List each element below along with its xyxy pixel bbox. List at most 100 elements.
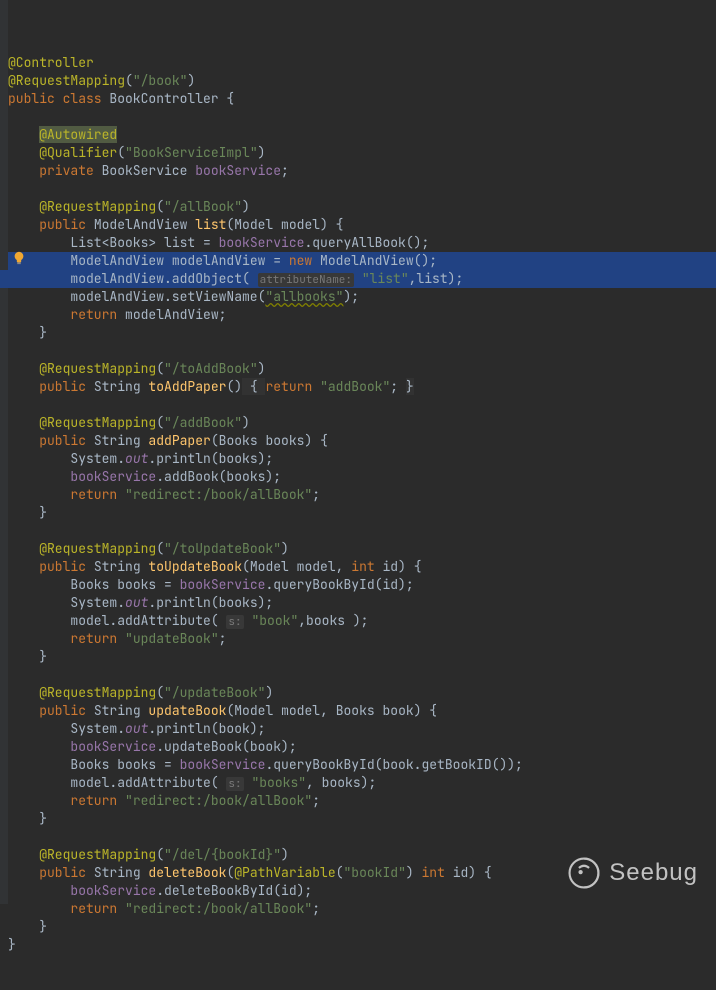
token-str: "/addBook"	[164, 414, 242, 431]
code-line[interactable]: model.addAttribute( s: "books", books);	[8, 774, 716, 792]
token-ann: @Qualifier	[39, 144, 117, 161]
code-line[interactable]	[8, 828, 716, 846]
code-line[interactable]: }	[8, 936, 716, 954]
token-id: (	[211, 432, 219, 449]
code-line[interactable]: Books books = bookService.queryBookById(…	[8, 756, 716, 774]
code-line[interactable]	[8, 396, 716, 414]
code-line[interactable]: public class BookController {	[8, 90, 716, 108]
token-id: ,	[320, 702, 336, 719]
code-line[interactable]: ModelAndView modelAndView = new ModelAnd…	[8, 252, 716, 270]
token-kw: public	[39, 864, 94, 881]
code-line[interactable]: @RequestMapping("/updateBook")	[8, 684, 716, 702]
token-kw: int	[351, 558, 382, 575]
code-line[interactable]: modelAndView.addObject( attributeName: "…	[8, 270, 716, 288]
token-str: "/toAddBook"	[164, 360, 258, 377]
token-str: "redirect:/book/allBook"	[125, 792, 312, 809]
token-kw: public	[39, 558, 94, 575]
code-line[interactable]	[8, 108, 716, 126]
token-field: bookService	[219, 234, 305, 251]
code-line[interactable]: bookService.updateBook(book);	[8, 738, 716, 756]
code-line[interactable]: return "updateBook";	[8, 630, 716, 648]
code-line[interactable]: public String toAddPaper() { return "add…	[8, 378, 716, 396]
token-cls: Model	[234, 702, 281, 719]
token-cls: System.	[70, 450, 125, 467]
code-line[interactable]: public String toUpdateBook(Model model, …	[8, 558, 716, 576]
code-line[interactable]: }	[8, 324, 716, 342]
code-line[interactable]: @RequestMapping("/book")	[8, 72, 716, 90]
token-ann: @RequestMapping	[8, 72, 125, 89]
token-cls: Books	[336, 702, 383, 719]
token-ws	[8, 540, 39, 557]
code-line[interactable]: bookService.addBook(books);	[8, 468, 716, 486]
code-line[interactable]	[8, 180, 716, 198]
token-id: modelAndView.addObject(	[70, 270, 257, 287]
code-line[interactable]: }	[8, 918, 716, 936]
token-id: .println(books);	[148, 450, 273, 467]
code-line[interactable]: @RequestMapping("/toAddBook")	[8, 360, 716, 378]
code-area[interactable]: @Controller@RequestMapping("/book")publi…	[8, 0, 716, 904]
code-line[interactable]: List<Books> list = bookService.queryAllB…	[8, 234, 716, 252]
code-line[interactable]: }	[8, 810, 716, 828]
token-id: )	[242, 198, 250, 215]
code-line[interactable]	[8, 522, 716, 540]
code-line[interactable]: return "redirect:/book/allBook";	[8, 900, 716, 918]
token-kw: public	[39, 378, 94, 395]
token-field: bookService	[195, 162, 281, 179]
token-cls: BookController	[109, 90, 218, 107]
token-id: modelAndView.setViewName(	[70, 288, 265, 305]
code-line[interactable]: public String updateBook(Model model, Bo…	[8, 702, 716, 720]
token-fn: list	[195, 216, 226, 233]
code-line[interactable]: return "redirect:/book/allBook";	[8, 792, 716, 810]
token-id: ) {	[468, 864, 491, 881]
token-id: ;	[312, 900, 320, 917]
token-kw: private	[39, 162, 101, 179]
token-ws	[8, 450, 70, 467]
token-static: out	[125, 720, 148, 737]
token-id: )	[406, 864, 422, 881]
code-line[interactable]: public ModelAndView list(Model model) {	[8, 216, 716, 234]
code-line[interactable]: return "redirect:/book/allBook";	[8, 486, 716, 504]
code-line[interactable]: @Autowired	[8, 126, 716, 144]
token-ws	[8, 126, 39, 143]
code-line[interactable]: model.addAttribute( s: "book",books );	[8, 612, 716, 630]
lightbulb-icon[interactable]	[12, 251, 26, 265]
token-ws	[8, 324, 39, 341]
code-line[interactable]	[8, 666, 716, 684]
code-line[interactable]: System.out.println(book);	[8, 720, 716, 738]
code-line[interactable]: @RequestMapping("/allBook")	[8, 198, 716, 216]
token-ann-hi: @Autowired	[39, 126, 117, 143]
code-line[interactable]: modelAndView.setViewName("allbooks");	[8, 288, 716, 306]
token-str: "BookServiceImpl"	[125, 144, 258, 161]
code-line[interactable]: @RequestMapping("/addBook")	[8, 414, 716, 432]
token-ws	[8, 288, 70, 305]
code-line[interactable]: Books books = bookService.queryBookById(…	[8, 576, 716, 594]
token-id: model.addAttribute(	[70, 612, 226, 629]
token-hint: s:	[226, 777, 243, 791]
code-line[interactable]: private BookService bookService;	[8, 162, 716, 180]
code-line[interactable]: System.out.println(books);	[8, 594, 716, 612]
code-line[interactable]: return modelAndView;	[8, 306, 716, 324]
token-ws	[8, 612, 70, 629]
code-line[interactable]	[8, 342, 716, 360]
token-id: ()	[226, 378, 242, 395]
token-warn: "allbooks"	[265, 288, 343, 305]
token-id: )	[281, 846, 289, 863]
code-line[interactable]: @Controller	[8, 54, 716, 72]
token-cls: BookService	[102, 162, 196, 179]
code-line[interactable]: public String addPaper(Books books) {	[8, 432, 716, 450]
token-id: )	[242, 414, 250, 431]
token-id: }	[8, 936, 16, 953]
code-line[interactable]: }	[8, 504, 716, 522]
code-line[interactable]: System.out.println(books);	[8, 450, 716, 468]
token-kw: return	[70, 792, 125, 809]
token-id: (	[125, 72, 133, 89]
token-str: "book"	[251, 612, 298, 629]
token-param: model	[297, 558, 336, 575]
token-str: "/del/{bookId}"	[164, 846, 281, 863]
code-line[interactable]: }	[8, 648, 716, 666]
token-cls: String	[94, 432, 149, 449]
code-editor[interactable]: @Controller@RequestMapping("/book")publi…	[0, 0, 716, 904]
token-id: )	[258, 144, 266, 161]
code-line[interactable]: @RequestMapping("/toUpdateBook")	[8, 540, 716, 558]
code-line[interactable]: @Qualifier("BookServiceImpl")	[8, 144, 716, 162]
